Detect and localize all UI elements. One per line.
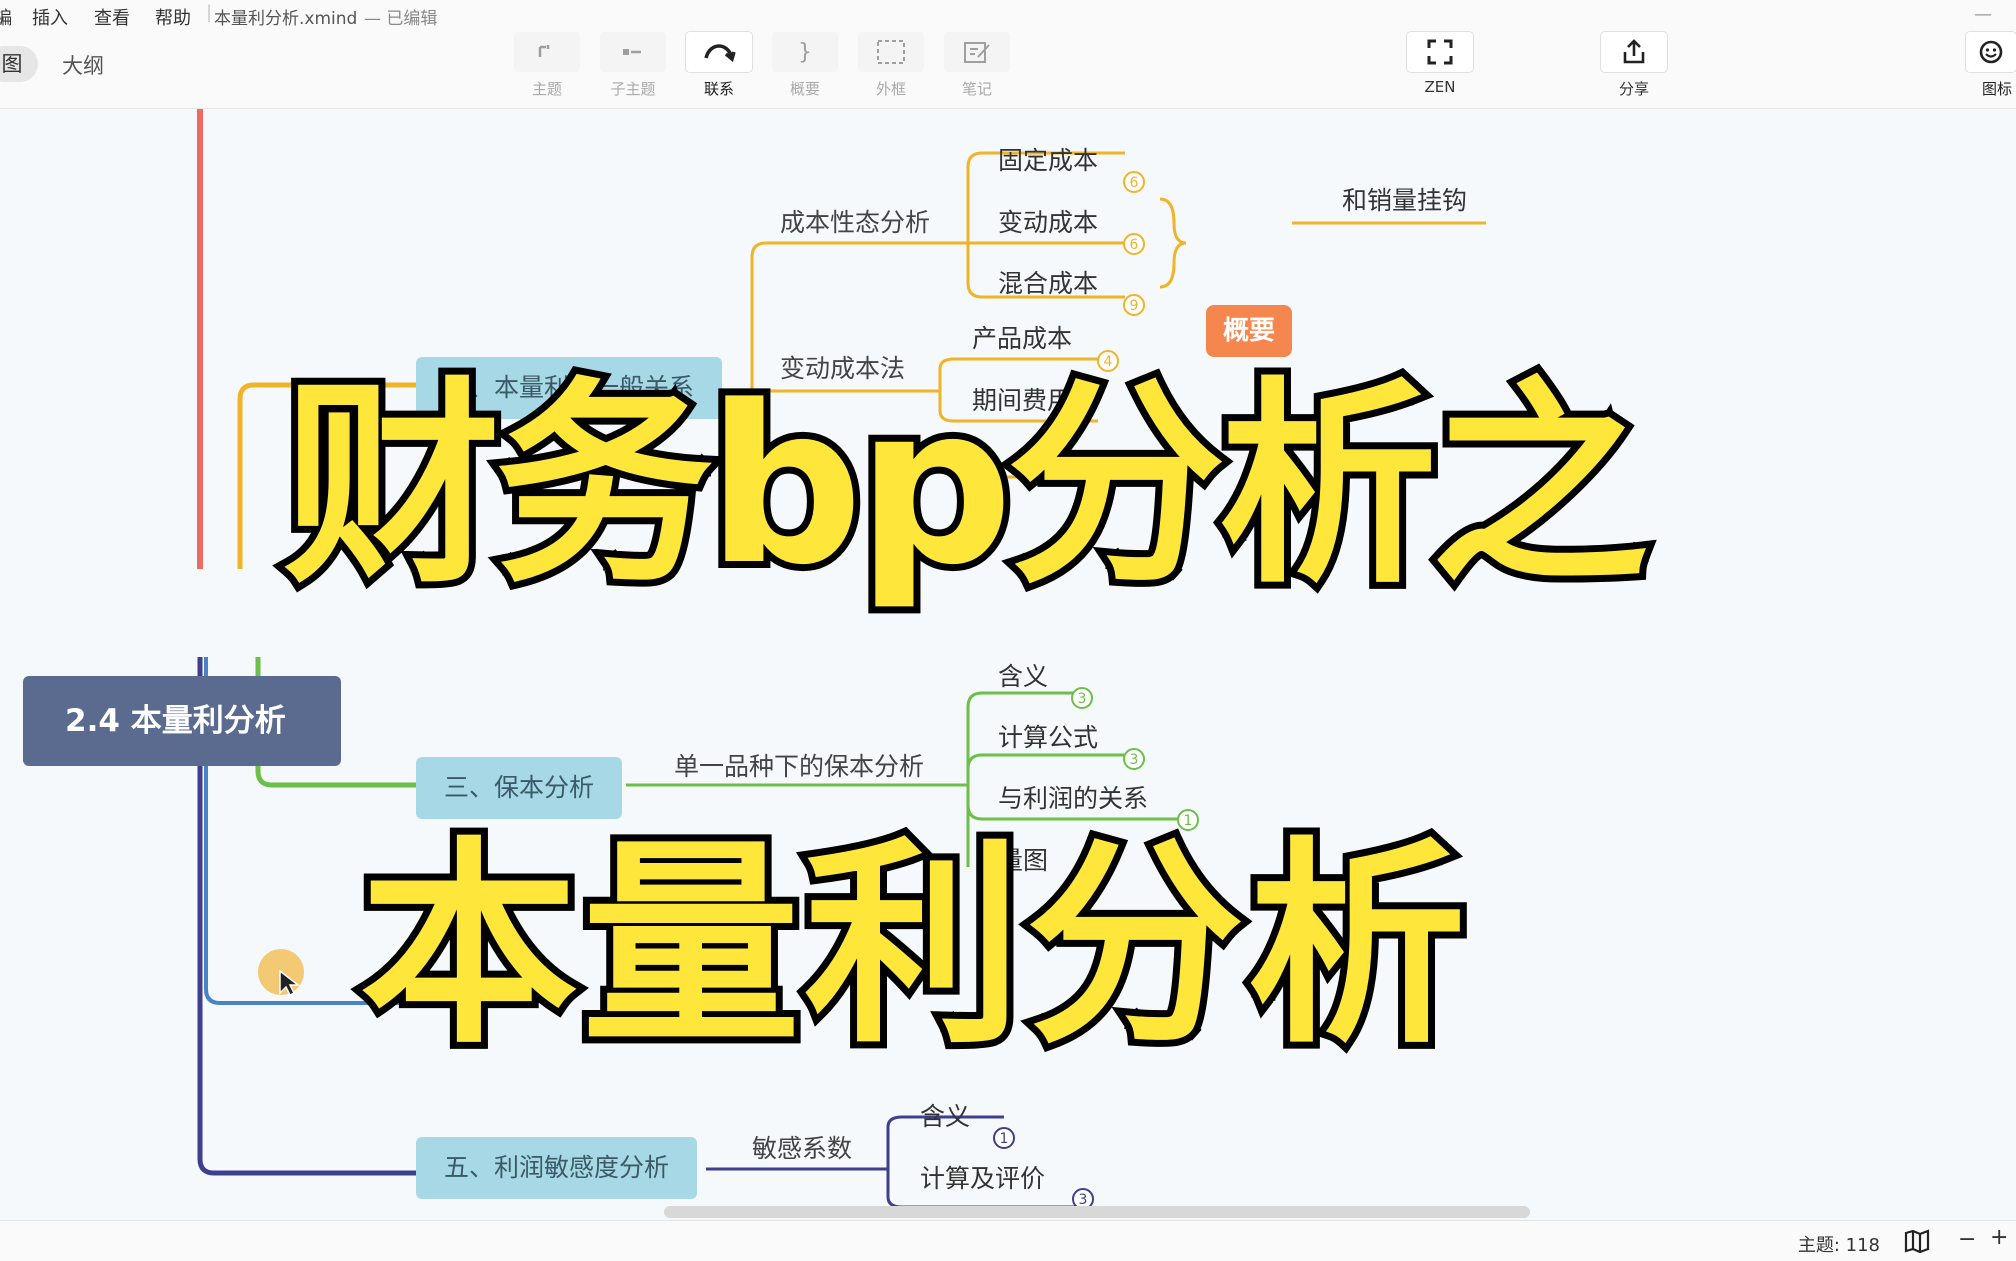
subtopic-button[interactable]: 子主题 (600, 32, 666, 99)
zoom-in-button[interactable]: + (1990, 1225, 2008, 1250)
boundary-button[interactable]: 外框 (858, 32, 924, 99)
topic-meaning[interactable]: 含义 (998, 657, 1048, 693)
minimize-icon[interactable]: — (1974, 4, 1992, 25)
relationship-label: 联系 (703, 80, 734, 98)
toolbar: 图 大纲 主题 子主题 联系 } 概要 外框 笔记 ZEN 分享 图标 (0, 30, 2016, 109)
topic-sens-meaning[interactable]: 含义 (920, 1097, 970, 1133)
topic-formula[interactable]: 计算公式 (998, 718, 1098, 754)
zen-label: ZEN (1424, 78, 1456, 96)
summary-icon: } (798, 39, 812, 65)
subtopic-icon (623, 49, 641, 55)
menu-insert[interactable]: 插入 (32, 4, 68, 30)
share-label: 分享 (1618, 80, 1649, 98)
menu-divider: | (206, 2, 213, 23)
overlay-title-line1: 财务bp分析之 (276, 360, 1656, 613)
badge-meaning: 3 (1078, 691, 1087, 707)
topic-single-product-breakeven[interactable]: 单一品种下的保本分析 (674, 747, 924, 783)
branch-sensitivity[interactable]: 五、利润敏感度分析 (416, 1137, 698, 1199)
zoom-out-button[interactable]: − (1958, 1227, 1976, 1252)
summary-button[interactable]: } 概要 (772, 32, 838, 99)
status-bar: 主题: 118 − + (0, 1220, 2016, 1261)
menu-view[interactable]: 查看 (94, 4, 130, 30)
topic-fixed-cost[interactable]: 固定成本 (998, 141, 1098, 177)
topic-profit-relation[interactable]: 与利润的关系 (998, 779, 1148, 815)
mouse-pointer-icon (279, 969, 300, 997)
badge-sens-meaning: 1 (1000, 1131, 1009, 1147)
topic-sales-linked[interactable]: 和销量挂钩 (1342, 181, 1467, 217)
menu-edit[interactable]: 編 (0, 4, 12, 30)
sticker-button[interactable]: 图标 (1966, 32, 2016, 99)
summary-tag[interactable]: 概要 (1206, 305, 1292, 357)
root-topic[interactable]: 2.4 本量利分析 (23, 676, 341, 766)
note-label: 笔记 (961, 80, 992, 98)
boundary-label: 外框 (875, 80, 906, 98)
topic-count: 主题: 118 (1797, 1235, 1880, 1256)
topic-sensitivity-coefficient[interactable]: 敏感系数 (752, 1129, 852, 1165)
topic-mixed-cost[interactable]: 混合成本 (998, 264, 1098, 300)
topic-variable-cost[interactable]: 变动成本 (998, 203, 1098, 239)
zen-button[interactable]: ZEN (1407, 32, 1473, 96)
edit-status: — 已编辑 (364, 9, 438, 29)
file-name: 本量利分析.xmind (214, 9, 358, 29)
badge-formula: 3 (1130, 752, 1139, 768)
topic-product-cost[interactable]: 产品成本 (972, 319, 1072, 355)
note-icon (964, 42, 990, 63)
subtopic-label: 子主题 (610, 80, 656, 98)
fullscreen-icon (1427, 39, 1453, 65)
menu-help[interactable]: 帮助 (155, 4, 191, 30)
smiley-icon (1979, 40, 2003, 64)
share-icon (1623, 39, 1645, 64)
note-button[interactable]: 笔记 (944, 32, 1010, 99)
topic-sens-calc[interactable]: 计算及评价 (920, 1159, 1045, 1195)
tab-outline[interactable]: 大纲 (62, 50, 104, 80)
overlay-title-line2: 本量利分析 (353, 820, 1473, 1073)
summary-label: 概要 (789, 80, 820, 98)
share-button[interactable]: 分享 (1601, 32, 1667, 99)
map-icon[interactable] (1904, 1229, 1932, 1253)
topic-cost-behavior[interactable]: 成本性态分析 (780, 203, 930, 239)
relationship-button[interactable]: 联系 (686, 32, 752, 99)
topic-icon (538, 45, 550, 57)
menu-bar: 編 插入 查看 帮助 | 本量利分析.xmind — 已编辑 — (0, 0, 2016, 30)
relationship-icon (704, 44, 736, 63)
branch-breakeven[interactable]: 三、保本分析 (416, 757, 623, 819)
topic-button[interactable]: 主题 (514, 32, 580, 99)
badge-fixed-cost: 6 (1130, 175, 1139, 191)
sticker-label: 图标 (1982, 80, 2013, 98)
badge-mixed-cost: 9 (1130, 298, 1139, 314)
badge-variable-cost: 6 (1130, 237, 1139, 253)
tab-mindmap[interactable]: 图 (0, 46, 38, 82)
boundary-icon (877, 40, 905, 64)
horizontal-scrollbar[interactable] (664, 1206, 1530, 1218)
topic-label: 主题 (531, 80, 562, 98)
